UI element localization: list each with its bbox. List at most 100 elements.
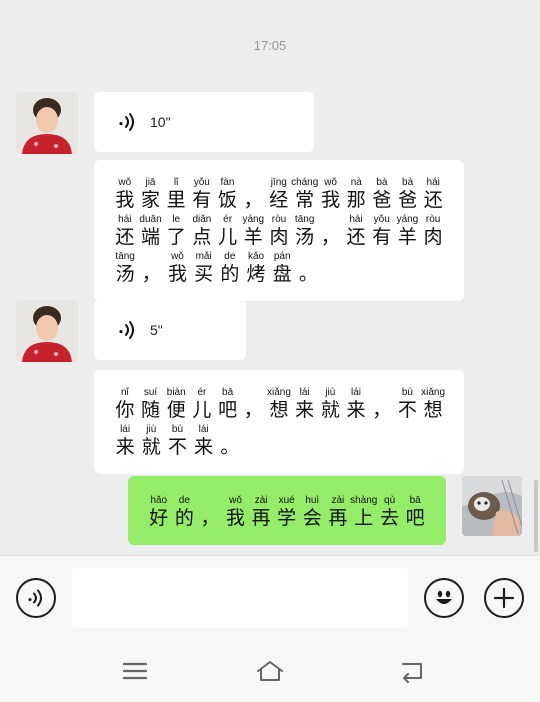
home-button[interactable] [254,655,286,687]
hanzi-character: 儿 [218,226,238,248]
back-button[interactable] [396,655,428,687]
pinyin-annotation: ér [197,387,207,398]
pinyin-annotation: cháng [291,177,319,188]
pinyin-annotation: fàn [220,177,235,188]
ruby-character: bù 不 [164,423,190,458]
text-line: hǎo 好 de 的， wǒ 我 zài 再 xué 学 huì 会 zài 再 shàng 上 qù 去 bā 吧 [146,494,428,529]
smiley-face-icon [436,590,452,604]
hanzi-character: 的 [220,263,240,285]
pinyin-annotation: hǎo [150,495,168,506]
pinyin-annotation: suí [143,387,158,398]
hanzi-character: 不 [397,399,417,421]
ruby-character: hái 还 [343,213,369,248]
self-avatar[interactable] [462,476,522,536]
pinyin-annotation: biàn [166,387,186,398]
pinyin-annotation: jīng [270,177,287,188]
hanzi-character: 便 [166,399,186,421]
outgoing-message-bubble[interactable]: hǎo 好 de 的， wǒ 我 zài 再 xué 学 huì 会 zài 再 shàng 上 qù 去 bā 吧 [128,476,446,545]
hanzi-character: 你 [115,399,135,421]
ruby-character: ， [369,386,395,421]
menu-icon [122,662,148,680]
ruby-character: biàn 便 [163,386,189,421]
hanzi-character: ， [141,263,161,285]
ruby-character: jiù 就 [318,386,344,421]
ruby-character: ， [138,250,164,285]
voice-message-bubble[interactable]: 5" [94,300,246,360]
pinyin-annotation: wǒ [229,495,242,506]
input-bar [0,555,540,641]
ruby-character: xué 学 [274,494,300,529]
back-icon [402,663,422,683]
ruby-character: jīng 经 [266,176,292,211]
text-message-bubble[interactable]: wǒ 我 jiā 家 lǐ 里 yǒu 有 fàn 饭， jīng 经 cháng 常 wǒ 我 nà 那 bà 爸 b… [94,160,464,301]
hanzi-character: ， [320,226,340,248]
pinyin-annotation: lái [299,387,310,398]
pinyin-annotation: yáng [242,214,265,225]
ruby-character: tāng 汤 [292,213,318,248]
hanzi-character: 来 [346,399,366,421]
text-message-bubble[interactable]: nǐ 你 suí 随 biàn 便 ér 儿 bā 吧， xiǎng 想 lái 来 jiù 就 lái 来， bù… [94,370,464,474]
hanzi-character: 我 [226,507,246,529]
hanzi-character: 肉 [423,226,443,248]
ruby-character: yáng 羊 [240,213,266,248]
ruby-character: qù 去 [377,494,403,529]
chat-timestamp: 17:05 [253,38,287,53]
ruby-character: kǎo 烤 [243,250,269,285]
pinyin-annotation: hái [349,214,363,225]
hanzi-character: 有 [192,189,212,211]
pinyin-annotation: yáng [396,214,419,225]
pinyin-annotation: bā [409,495,421,506]
hanzi-character: 有 [372,226,392,248]
hanzi-character: 爸 [398,189,418,211]
ruby-character: lái 来 [191,423,217,458]
hanzi-character: 会 [302,507,322,529]
pinyin-annotation: xué [278,495,295,506]
ruby-character: de 的 [217,250,243,285]
emoji-button[interactable] [424,578,464,618]
pinyin-annotation: qù [384,495,396,506]
hanzi-character: 家 [140,189,160,211]
add-button[interactable] [484,578,524,618]
pinyin-annotation: lái [198,424,209,435]
message-input[interactable] [72,568,408,628]
pinyin-annotation: bā [222,387,234,398]
hanzi-character: 肉 [269,226,289,248]
menu-button[interactable] [119,655,151,687]
hanzi-character: 我 [321,189,341,211]
hanzi-character: 端 [141,226,161,248]
ruby-character: hǎo 好 [146,494,172,529]
pinyin-annotation: nǐ [120,387,129,398]
hanzi-character: 还 [423,189,443,211]
voice-message-bubble[interactable]: 10" [94,92,314,152]
ruby-character: wǒ 我 [223,494,249,529]
ruby-character: bā 吧 [402,494,428,529]
pinyin-annotation: wǒ [118,177,132,188]
hanzi-character: 经 [269,189,289,211]
hanzi-character: 我 [167,263,187,285]
pinyin-annotation: xiǎng [421,387,446,398]
hanzi-character: ， [243,399,263,421]
pinyin-annotation: ròu [271,214,287,225]
hanzi-character: 还 [115,226,135,248]
contact-avatar[interactable] [16,300,78,362]
ruby-character: ròu 肉 [266,213,292,248]
pinyin-annotation: hái [118,214,132,225]
pinyin-annotation: jiā [145,177,156,188]
hanzi-character: 汤 [115,263,135,285]
ruby-character: pán 盘 [269,250,295,285]
text-line: nǐ 你 suí 随 biàn 便 ér 儿 bā 吧， xiǎng 想 lái 来 jiù 就 lái 来， bù… [112,386,446,421]
ruby-character: yǒu 有 [189,176,215,211]
contact-avatar[interactable] [16,92,78,154]
system-nav-bar [0,641,540,702]
ruby-character: tāng 汤 [112,250,138,285]
ruby-character: ， [240,176,266,211]
ruby-character: hái 还 [420,176,446,211]
pinyin-annotation: diǎn [192,214,212,225]
voice-input-button[interactable] [16,578,56,618]
hanzi-character: ， [372,399,392,421]
ruby-character: bā 吧 [215,386,241,421]
ruby-character: ， [197,494,223,529]
hanzi-character: ， [200,507,220,529]
pinyin-annotation: wǒ [324,177,337,188]
scrollbar[interactable] [534,480,538,552]
